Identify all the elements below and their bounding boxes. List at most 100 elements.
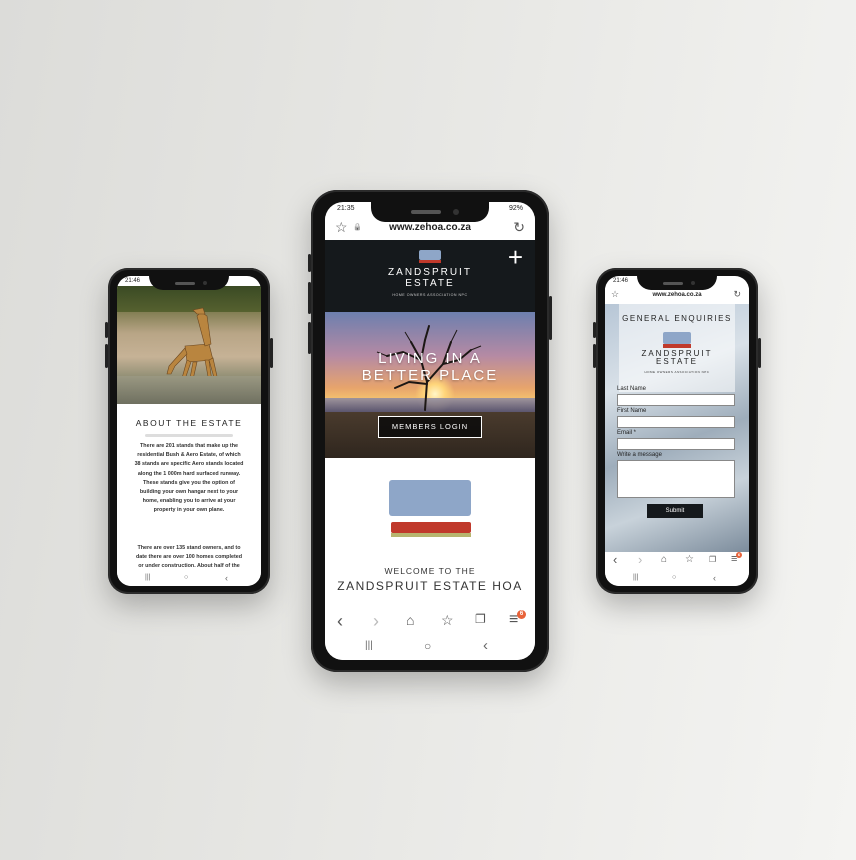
hero-line-1: LIVING IN A <box>378 350 482 367</box>
center-phone-screen: 21:35 92% ☆ 🔒 www.zehoa.co.za ↻ ZANDSPRU… <box>325 202 535 660</box>
left-phone-power-button <box>270 338 273 368</box>
home-icon[interactable]: ⌂ <box>661 554 667 565</box>
status-bar: 21:46 <box>117 276 261 290</box>
brand-title: ZANDSPRUIT ESTATE <box>605 349 749 367</box>
brand-line-2: ESTATE <box>405 277 455 289</box>
welcome-line-2: ZANDSPRUIT ESTATE HOA <box>337 579 523 593</box>
about-line: 38 stands are specific Aero stands locat… <box>134 461 244 468</box>
recent-apps-icon[interactable]: ||| <box>365 640 373 651</box>
browser-toolbar: ‹ › ⌂ ☆ ❐ ≡ 6 <box>325 610 535 634</box>
estate-logo: ZANDSPRUIT ESTATE HOME OWNERS ASSOCIATIO… <box>605 332 749 374</box>
hero-headline: LIVING IN A BETTER PLACE <box>325 350 535 385</box>
about-line: home, enabling you to arrive at your <box>142 498 236 505</box>
hero-banner: LIVING IN A BETTER PLACE MEMBERS LOGIN <box>325 312 535 458</box>
members-login-button[interactable]: MEMBERS LOGIN <box>378 416 482 438</box>
reload-icon[interactable]: ↻ <box>733 289 741 300</box>
right-phone: 21:46 ☆ www.zehoa.co.za ↻ GENERAL ENQUIR… <box>593 268 761 594</box>
email-input[interactable] <box>617 438 735 450</box>
status-bar: 21:46 <box>605 276 749 290</box>
system-nav-bar: ||| ○ ‹ <box>325 636 535 660</box>
browser-url-bar: ☆ www.zehoa.co.za ↻ <box>605 288 749 304</box>
url-text[interactable]: www.zehoa.co.za <box>325 222 535 233</box>
about-line: There are over 135 stand owners, and to <box>137 545 241 551</box>
status-time: 21:46 <box>613 278 629 284</box>
status-time: 21:35 <box>337 205 355 212</box>
forward-icon[interactable]: › <box>638 552 642 567</box>
center-phone-volume-button <box>308 254 311 272</box>
menu-plus-icon[interactable]: + <box>508 242 523 273</box>
bookmark-star-icon[interactable]: ☆ <box>685 554 694 565</box>
right-phone-volume-button <box>593 322 596 338</box>
status-bar: 21:35 92% <box>325 202 535 216</box>
system-nav-bar: ||| ○ ‹ <box>605 572 749 586</box>
status-battery: 92% <box>508 205 523 212</box>
about-divider <box>145 434 233 437</box>
brand-subtitle: HOME OWNERS ASSOCIATION NPC <box>644 370 710 374</box>
last-name-label: Last Name <box>617 386 647 392</box>
left-phone: 21:46 ABOUT THE ESTATE There are 201 sta… <box>105 268 273 594</box>
last-name-input[interactable] <box>617 394 735 406</box>
recent-apps-icon[interactable]: ||| <box>633 574 638 581</box>
system-back-icon[interactable]: ‹ <box>483 637 488 654</box>
right-phone-volume-button <box>593 344 596 368</box>
tabs-count-badge: 6 <box>517 610 526 619</box>
home-icon[interactable]: ⌂ <box>406 612 414 628</box>
right-phone-screen: 21:46 ☆ www.zehoa.co.za ↻ GENERAL ENQUIR… <box>605 276 749 586</box>
enquiries-title: GENERAL ENQUIRIES <box>622 314 732 323</box>
back-icon[interactable]: ‹ <box>613 552 617 567</box>
system-nav-bar: ||| ○ ‹ <box>117 572 261 586</box>
email-label: Email * <box>617 430 637 436</box>
about-line: There are 201 stands that make up the <box>140 443 238 449</box>
tabs-icon[interactable]: ❐ <box>709 555 716 564</box>
status-time: 21:46 <box>125 278 141 284</box>
first-name-input[interactable] <box>617 416 735 428</box>
about-line: along the 1 000m hard surfaced runway. <box>137 470 241 477</box>
reload-icon[interactable]: ↻ <box>513 219 525 236</box>
forward-icon[interactable]: › <box>373 611 379 632</box>
mockup-scene: 21:46 ABOUT THE ESTATE There are 201 sta… <box>0 0 856 860</box>
message-label: Write a message <box>617 452 662 458</box>
center-phone: 21:35 92% ☆ 🔒 www.zehoa.co.za ↻ ZANDSPRU… <box>308 190 552 672</box>
tabs-count-badge: 6 <box>736 552 742 558</box>
recent-apps-icon[interactable]: ||| <box>145 574 150 581</box>
site-header: ZANDSPRUIT ESTATE HOME OWNERS ASSOCIATIO… <box>325 240 535 312</box>
tabs-icon[interactable]: ❐ <box>475 612 486 626</box>
submit-button[interactable]: Submit <box>647 504 703 518</box>
center-phone-volume-button <box>308 282 311 314</box>
giraffe-photo <box>117 286 261 404</box>
estate-logo-large <box>385 480 475 544</box>
brand-subtitle: HOME OWNERS ASSOCIATION NPC <box>392 293 468 297</box>
system-back-icon[interactable]: ‹ <box>225 573 228 583</box>
about-line: building your own hangar next to your <box>139 488 239 495</box>
welcome-line-1: WELCOME TO THE <box>384 566 476 576</box>
about-line: property in your own plane. <box>153 507 225 514</box>
about-line: or under construction. About half of the <box>138 563 240 570</box>
brand-line-2: ESTATE <box>656 357 698 367</box>
system-back-icon[interactable]: ‹ <box>713 573 716 583</box>
system-home-icon[interactable]: ○ <box>424 639 431 653</box>
brand-title: ZANDSPRUIT ESTATE <box>325 267 535 289</box>
first-name-label: First Name <box>617 408 647 414</box>
message-textarea[interactable] <box>617 460 735 498</box>
about-line: date there are over 100 homes completed <box>135 554 243 561</box>
hero-line-2: BETTER PLACE <box>361 367 499 385</box>
right-phone-power-button <box>758 338 761 368</box>
center-phone-power-button <box>549 296 552 340</box>
center-phone-volume-button <box>308 322 311 354</box>
left-phone-volume-button <box>105 322 108 338</box>
back-icon[interactable]: ‹ <box>337 611 343 632</box>
system-home-icon[interactable]: ○ <box>672 574 676 581</box>
about-paragraph-1: There are 201 stands that make up the re… <box>121 442 257 516</box>
url-text[interactable]: www.zehoa.co.za <box>605 292 749 298</box>
estate-logo[interactable]: ZANDSPRUIT ESTATE HOME OWNERS ASSOCIATIO… <box>325 250 535 308</box>
about-line: residential Bush & Aero Estate, of which <box>137 452 241 459</box>
about-title: ABOUT THE ESTATE <box>135 418 243 428</box>
bookmark-star-icon[interactable]: ☆ <box>441 612 454 629</box>
brand-line-1: ZANDSPRUIT <box>388 267 472 278</box>
left-phone-screen: 21:46 ABOUT THE ESTATE There are 201 sta… <box>117 276 261 586</box>
browser-toolbar: ‹ › ⌂ ☆ ❐ ≡ 6 <box>605 552 749 570</box>
system-home-icon[interactable]: ○ <box>184 574 188 581</box>
about-line: These stands give you the option of <box>143 479 235 486</box>
about-paragraph-2: There are over 135 stand owners, and to … <box>121 544 257 572</box>
left-phone-volume-button <box>105 344 108 368</box>
